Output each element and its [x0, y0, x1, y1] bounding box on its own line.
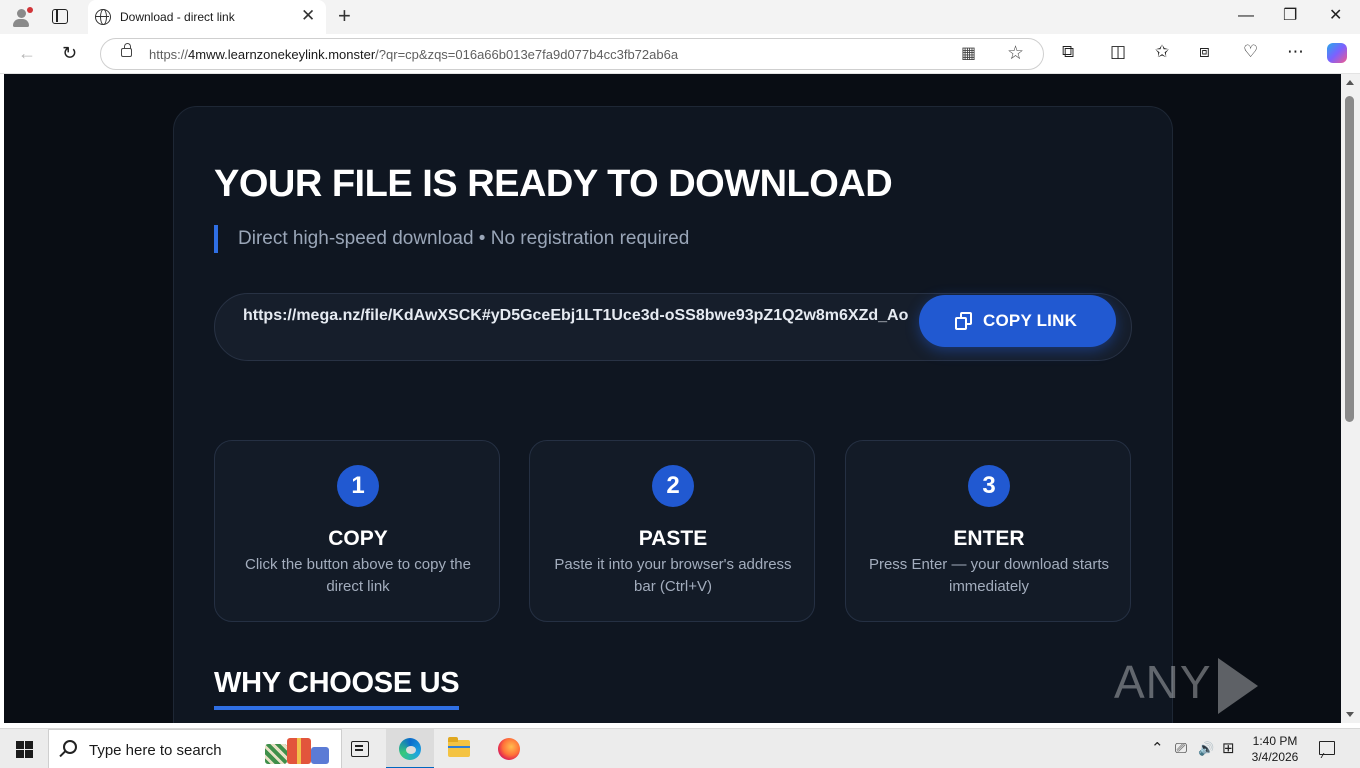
why-choose-us-heading: WHY CHOOSE US: [214, 667, 460, 710]
play-icon: [1217, 657, 1258, 714]
scroll-thumb[interactable]: [1345, 96, 1354, 422]
globe-icon: [95, 9, 111, 25]
step-card-copy: 1 COPY Click the button above to copy th…: [214, 440, 500, 622]
favorites-icon[interactable]: ✩: [1155, 42, 1169, 62]
edge-icon: [399, 738, 421, 760]
collections-icon[interactable]: ⧈: [1199, 42, 1210, 62]
chevron-up-icon[interactable]: ⌃: [1151, 739, 1164, 759]
download-link-text[interactable]: https://mega.nz/file/KdAwXSCK#yD5GceEbj1…: [243, 304, 913, 328]
tab-close-button[interactable]: ✕: [301, 7, 315, 25]
tab-title: Download - direct link: [120, 10, 235, 24]
step-title: PASTE: [638, 527, 708, 550]
star-icon[interactable]: ☆: [1007, 44, 1024, 64]
network-icon[interactable]: ⊞: [1222, 739, 1235, 759]
windows-start-icon[interactable]: [16, 741, 33, 758]
taskbar-firefox-button[interactable]: [485, 729, 533, 768]
minimize-button[interactable]: —: [1238, 6, 1254, 26]
link-box: https://mega.nz/file/KdAwXSCK#yD5GceEbj1…: [214, 293, 1132, 361]
split-screen-icon[interactable]: ◫: [1110, 42, 1126, 62]
read-mode-icon[interactable]: ▦: [961, 44, 976, 64]
step-number: 3: [968, 465, 1010, 507]
address-bar[interactable]: https://4mww.learnzonekeylink.monster/?q…: [100, 38, 1044, 70]
step-title: COPY: [328, 527, 388, 550]
copilot-icon[interactable]: [1327, 43, 1347, 63]
back-button[interactable]: ←: [18, 42, 36, 64]
close-window-button[interactable]: ✕: [1329, 6, 1342, 26]
search-icon: [63, 740, 77, 754]
lock-icon[interactable]: [121, 43, 132, 57]
meet-now-icon[interactable]: ⎚: [1175, 739, 1187, 759]
download-card: YOUR FILE IS READY TO DOWNLOAD Direct hi…: [173, 106, 1173, 723]
taskbar-search-input[interactable]: Type here to search: [48, 729, 342, 768]
taskbar-explorer-button[interactable]: [435, 729, 483, 768]
clock-date: 3/4/2026: [1251, 750, 1299, 764]
step-description: Paste it into your browser's address bar…: [554, 556, 792, 595]
copy-link-label: COPY LINK: [983, 311, 1078, 330]
reload-button[interactable]: ↻: [62, 42, 77, 64]
copy-icon: [955, 312, 973, 330]
step-number: 2: [652, 465, 694, 507]
more-icon[interactable]: ⋯: [1287, 42, 1304, 62]
profile-icon[interactable]: [10, 6, 33, 28]
new-tab-button[interactable]: +: [338, 4, 351, 28]
search-placeholder: Type here to search: [89, 742, 222, 759]
step-number: 1: [337, 465, 379, 507]
notification-icon[interactable]: [1319, 741, 1335, 755]
scroll-up-icon[interactable]: [1346, 80, 1354, 85]
tab-actions-icon[interactable]: [52, 9, 68, 24]
page-scrollbar[interactable]: [1341, 74, 1360, 723]
step-description: Click the button above to copy the direc…: [245, 556, 471, 595]
firefox-icon: [498, 738, 520, 760]
tab-download[interactable]: Download - direct link ✕: [88, 0, 326, 34]
step-title: ENTER: [953, 527, 1025, 550]
tab-strip: Download - direct link ✕ + — ❐ ✕: [0, 0, 1360, 34]
page-subtitle: Direct high-speed download • No registra…: [214, 225, 689, 253]
volume-icon[interactable]: 🔊: [1198, 739, 1214, 759]
step-card-paste: 2 PASTE Paste it into your browser's add…: [529, 440, 815, 622]
clock-time: 1:40 PM: [1252, 734, 1298, 748]
heart-pulse-icon[interactable]: ♡: [1243, 42, 1258, 62]
puzzle-icon[interactable]: ⧉: [1062, 42, 1074, 62]
gift-icon: [265, 738, 331, 764]
task-view-button[interactable]: [336, 729, 384, 768]
page-viewport: YOUR FILE IS READY TO DOWNLOAD Direct hi…: [4, 74, 1341, 723]
step-description: Press Enter — your download starts immed…: [868, 556, 1110, 595]
step-card-enter: 3 ENTER Press Enter — your download star…: [845, 440, 1131, 622]
copy-link-button[interactable]: COPY LINK: [919, 295, 1116, 347]
task-view-icon: [351, 741, 369, 757]
restore-button[interactable]: ❐: [1283, 6, 1297, 26]
taskbar-clock[interactable]: 1:40 PM 3/4/2026: [1244, 733, 1306, 765]
page-title: YOUR FILE IS READY TO DOWNLOAD: [214, 163, 893, 205]
address-url[interactable]: https://4mww.learnzonekeylink.monster/?q…: [149, 47, 678, 62]
taskbar-edge-button[interactable]: [386, 729, 434, 768]
taskbar: Type here to search ⌃ ⎚ 🔊 ⊞ 1:40 PM 3/4/…: [0, 728, 1360, 768]
file-explorer-icon: [448, 737, 470, 757]
